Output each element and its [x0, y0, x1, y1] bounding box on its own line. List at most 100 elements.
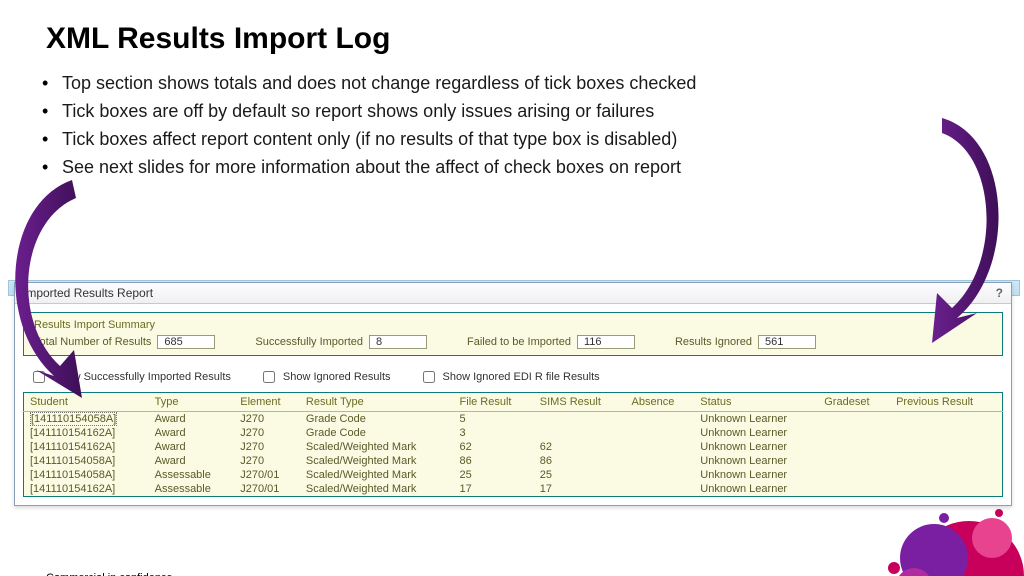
show-success-checkbox[interactable]: Show Successfully Imported Results: [29, 368, 231, 386]
cell-sims: 62: [534, 440, 626, 454]
col-sims-result[interactable]: SIMS Result: [534, 393, 626, 412]
cell-sims: [534, 412, 626, 427]
ignored-value: 561: [758, 335, 816, 349]
cell-element: J270: [234, 412, 300, 427]
results-table: Student Type Element Result Type File Re…: [23, 392, 1003, 497]
cell-rtype: Scaled/Weighted Mark: [300, 482, 454, 497]
failed-label: Failed to be Imported: [467, 336, 571, 348]
cell-abs: [626, 440, 695, 454]
cell-rtype: Grade Code: [300, 412, 454, 427]
col-absence[interactable]: Absence: [626, 393, 695, 412]
show-edir-label: Show Ignored EDI R file Results: [443, 371, 600, 383]
cell-file: 5: [454, 412, 534, 427]
cell-file: 17: [454, 482, 534, 497]
col-status[interactable]: Status: [694, 393, 818, 412]
success-value: 8: [369, 335, 427, 349]
footer-text: Commercial in confidence: [46, 572, 173, 576]
failed-value: 116: [577, 335, 635, 349]
cell-element: J270: [234, 454, 300, 468]
cell-student: [141110154162A]: [24, 482, 149, 497]
summary-title: Results Import Summary: [34, 319, 992, 331]
success-label: Successfully Imported: [255, 336, 363, 348]
cell-abs: [626, 412, 695, 427]
show-ignored-label: Show Ignored Results: [283, 371, 391, 383]
success-field: Successfully Imported 8: [255, 335, 427, 349]
total-results-field: Total Number of Results 685: [34, 335, 215, 349]
cell-abs: [626, 482, 695, 497]
cell-sims: 86: [534, 454, 626, 468]
window-title: Imported Results Report: [23, 286, 153, 300]
cell-element: J270/01: [234, 482, 300, 497]
cell-file: 25: [454, 468, 534, 482]
show-ignored-checkbox[interactable]: Show Ignored Results: [259, 368, 391, 386]
help-icon[interactable]: ?: [996, 286, 1003, 300]
cell-element: J270: [234, 440, 300, 454]
table-header-row: Student Type Element Result Type File Re…: [24, 393, 1003, 412]
bullet-item: Tick boxes affect report content only (i…: [38, 126, 1024, 154]
col-result-type[interactable]: Result Type: [300, 393, 454, 412]
total-results-value: 685: [157, 335, 215, 349]
cell-student: [141110154058A]: [24, 454, 149, 468]
cell-status: Unknown Learner: [694, 412, 818, 427]
cell-status: Unknown Learner: [694, 482, 818, 497]
cell-gs: [818, 440, 890, 454]
cell-file: 3: [454, 426, 534, 440]
bullet-item: See next slides for more information abo…: [38, 154, 1024, 182]
show-edir-checkbox[interactable]: Show Ignored EDI R file Results: [419, 368, 600, 386]
cell-prev: [890, 412, 1002, 427]
table-row[interactable]: [141110154162A]AwardJ270Grade Code3Unkno…: [24, 426, 1003, 440]
table-row[interactable]: [141110154058A]AssessableJ270/01Scaled/W…: [24, 468, 1003, 482]
cell-type: Assessable: [149, 482, 235, 497]
cell-abs: [626, 426, 695, 440]
cell-prev: [890, 482, 1002, 497]
cell-type: Award: [149, 412, 235, 427]
cell-element: J270: [234, 426, 300, 440]
col-student[interactable]: Student: [24, 393, 149, 412]
cell-prev: [890, 426, 1002, 440]
cell-type: Award: [149, 440, 235, 454]
cell-gs: [818, 482, 890, 497]
table-row[interactable]: [141110154058A]AwardJ270Scaled/Weighted …: [24, 454, 1003, 468]
cell-file: 62: [454, 440, 534, 454]
cell-status: Unknown Learner: [694, 426, 818, 440]
bullet-item: Tick boxes are off by default so report …: [38, 98, 1024, 126]
cell-gs: [818, 412, 890, 427]
col-gradeset[interactable]: Gradeset: [818, 393, 890, 412]
table-row[interactable]: [141110154058A]AwardJ270Grade Code5 Unkno…: [24, 412, 1003, 427]
table-row[interactable]: [141110154162A]AwardJ270Scaled/Weighted …: [24, 440, 1003, 454]
total-results-label: Total Number of Results: [34, 336, 151, 348]
show-success-label: Show Successfully Imported Results: [53, 371, 231, 383]
table-row[interactable]: [141110154162A]AssessableJ270/01Scaled/W…: [24, 482, 1003, 497]
cell-abs: [626, 454, 695, 468]
col-file-result[interactable]: File Result: [454, 393, 534, 412]
cell-gs: [818, 468, 890, 482]
col-type[interactable]: Type: [149, 393, 235, 412]
cell-student: [141110154058A]: [24, 412, 149, 427]
cell-rtype: Scaled/Weighted Mark: [300, 454, 454, 468]
bullet-list: Top section shows totals and does not ch…: [38, 70, 1024, 182]
cell-gs: [818, 426, 890, 440]
cell-element: J270/01: [234, 468, 300, 482]
report-window: Imported Results Report ? Results Import…: [14, 282, 1012, 506]
cell-rtype: Scaled/Weighted Mark: [300, 440, 454, 454]
col-element[interactable]: Element: [234, 393, 300, 412]
window-titlebar: Imported Results Report ?: [15, 283, 1011, 304]
summary-panel: Results Import Summary Total Number of R…: [23, 312, 1003, 356]
ignored-field: Results Ignored 561: [675, 335, 816, 349]
cell-status: Unknown Learner: [694, 440, 818, 454]
cell-file: 86: [454, 454, 534, 468]
cell-student: [141110154162A]: [24, 426, 149, 440]
col-previous[interactable]: Previous Result: [890, 393, 1002, 412]
ignored-label: Results Ignored: [675, 336, 752, 348]
cell-abs: [626, 468, 695, 482]
cell-sims: 17: [534, 482, 626, 497]
cell-student: [141110154162A]: [24, 440, 149, 454]
page-title: XML Results Import Log: [46, 22, 1024, 56]
checkbox-row: Show Successfully Imported Results Show …: [15, 364, 1011, 392]
cell-sims: 25: [534, 468, 626, 482]
bullet-item: Top section shows totals and does not ch…: [38, 70, 1024, 98]
cell-rtype: Scaled/Weighted Mark: [300, 468, 454, 482]
cell-sims: [534, 426, 626, 440]
cell-status: Unknown Learner: [694, 468, 818, 482]
failed-field: Failed to be Imported 116: [467, 335, 635, 349]
